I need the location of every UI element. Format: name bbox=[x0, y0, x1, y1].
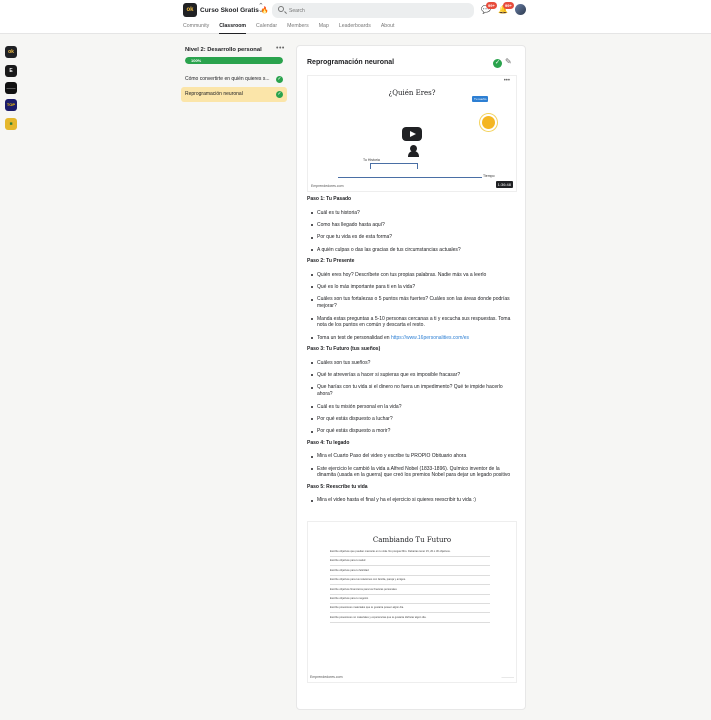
completed-check-icon: ✓ bbox=[276, 76, 283, 83]
rail-group-2[interactable]: E bbox=[5, 65, 17, 77]
lesson-title: Reprogramación neuronal bbox=[307, 59, 395, 66]
search-bar[interactable] bbox=[272, 3, 474, 18]
lesson-label: Reprogramación neuronal bbox=[185, 91, 243, 97]
bullet-item: Manda estas preguntas a 5-10 personas ce… bbox=[307, 316, 519, 330]
bullet-item: A quién culpas o das las gracias de tus … bbox=[307, 247, 519, 254]
rail-group-1[interactable]: ok bbox=[5, 46, 17, 58]
bullet-item: Por qué estás dispuesto a morir? bbox=[307, 428, 519, 435]
bullet-item: Qué te atreverías a hacer si supieras qu… bbox=[307, 372, 519, 379]
lesson-content: Paso 1: Tu Pasado Cuál es tu historia? Com… bbox=[307, 197, 519, 510]
chat-badge: 99+ bbox=[486, 2, 497, 9]
worksheet-line: Escribe posesiones no materiales y exper… bbox=[330, 616, 490, 623]
sun-label: Tu sueño bbox=[472, 96, 489, 102]
bullet-text: Toma un test de personalidad en bbox=[317, 334, 391, 341]
lesson-label: Cómo convertirte en quién quieres s... bbox=[185, 76, 270, 82]
search-input[interactable] bbox=[289, 5, 469, 16]
tab-members[interactable]: Members bbox=[287, 23, 309, 34]
personality-test-link[interactable]: https://www.16personalities.com/es bbox=[391, 335, 469, 341]
history-bracket bbox=[370, 163, 418, 169]
section-heading: Paso 1: Tu Pasado bbox=[307, 196, 352, 202]
bullet-item: Por qué estás dispuesto a luchar? bbox=[307, 416, 519, 423]
tab-classroom[interactable]: Classroom bbox=[219, 23, 247, 34]
tab-map[interactable]: Map bbox=[319, 23, 329, 34]
bullet-item-link: Toma un test de personalidad en https://… bbox=[307, 335, 519, 342]
bullet-item: Cuál es tu misión personal en la vida? bbox=[307, 404, 519, 411]
module-title: Nivel 2: Desarrollo personal bbox=[185, 47, 262, 53]
video-options-icon[interactable]: ••• bbox=[504, 78, 510, 84]
worksheet-line: Escribe posesiones materiales que te gus… bbox=[330, 606, 490, 613]
rail-group-3[interactable]: ——— bbox=[5, 82, 17, 94]
lesson-item-selected[interactable]: Reprogramación neuronal ✓ bbox=[181, 87, 287, 102]
lesson-card: Reprogramación neuronal ✓ ✎ ••• ¿Quién E… bbox=[296, 45, 526, 710]
bullet-item: Cuáles son tus sueños? bbox=[307, 360, 519, 367]
bullet-item: Como has llegado hasta aquí? bbox=[307, 222, 519, 229]
worksheet-footer-mark: ————— bbox=[501, 676, 515, 679]
bullet-item: Qué es lo más importante para ti en la v… bbox=[307, 284, 519, 291]
sun-icon bbox=[482, 116, 495, 129]
tab-leaderboards[interactable]: Leaderboards bbox=[339, 23, 371, 34]
bullet-item: Cuál es tu historia? bbox=[307, 210, 519, 217]
more-options-icon[interactable]: ••• bbox=[276, 45, 285, 52]
section-heading: Paso 2: Tu Presente bbox=[307, 258, 355, 265]
worksheet-line: Escribe objetivos para tu salud bbox=[330, 559, 490, 566]
mark-complete-check-icon[interactable]: ✓ bbox=[493, 59, 502, 68]
video-player[interactable]: ••• ¿Quién Eres? Tu sueño Tu Historia Ti… bbox=[307, 75, 517, 192]
video-duration: 1:36:48 bbox=[495, 181, 513, 188]
tab-community[interactable]: Community bbox=[183, 23, 209, 34]
bullet-item: Que harías con tu vida si el dinero no f… bbox=[307, 384, 519, 398]
worksheet-title: Cambiando Tu Futuro bbox=[372, 536, 452, 544]
video-watermark: Emprendedores.com bbox=[311, 184, 344, 188]
worksheet-watermark: Emprendedores.com bbox=[310, 675, 343, 679]
bullet-item: Por que tu vida es de esta forma? bbox=[307, 234, 519, 241]
worksheet-line: Escribe objetivos que puedan marcarte en… bbox=[330, 550, 490, 557]
section-heading: Paso 3: Tu Futuro (tus sueños) bbox=[307, 346, 381, 353]
time-label: Tiempo bbox=[483, 174, 495, 178]
completed-check-icon: ✓ bbox=[276, 91, 283, 98]
rail-group-5[interactable]: ■ bbox=[5, 118, 17, 130]
bullet-item: Quién eres hoy? Descríbete con tus propi… bbox=[307, 272, 519, 279]
search-icon bbox=[278, 6, 284, 12]
top-bar: ok Curso Skool Gratis 🔥 ⌃⌄ 💬 99+ 🔔 99+ C… bbox=[0, 0, 711, 34]
bullet-item: Mira el video hasta el final y ha el eje… bbox=[307, 497, 519, 504]
tab-calendar[interactable]: Calendar bbox=[256, 23, 277, 34]
main-nav: Community Classroom Calendar Members Map… bbox=[183, 23, 394, 34]
play-button[interactable] bbox=[402, 127, 422, 141]
bullet-item: Este ejercicio le cambió la vida a Alfre… bbox=[307, 466, 519, 480]
worksheet-line: Escribe objetivos financieros para tus f… bbox=[330, 588, 490, 595]
user-avatar[interactable] bbox=[515, 4, 526, 15]
group-logo[interactable]: ok bbox=[183, 3, 197, 17]
tab-about[interactable]: About bbox=[381, 23, 395, 34]
timeline-arrow bbox=[338, 177, 482, 178]
worksheet-line: Escribe objetivos para tus relaciones co… bbox=[330, 578, 490, 585]
lesson-item[interactable]: Cómo convertirte en quién quieres s... ✓ bbox=[181, 72, 287, 87]
section-heading: Paso 4: Tu legado bbox=[307, 439, 350, 446]
bullet-item: Mira el Cuarto Paso del video y escribe … bbox=[307, 453, 519, 460]
worksheet-image: Cambiando Tu Futuro Emprendedores.com ——… bbox=[307, 521, 517, 683]
rail-group-4[interactable]: TOP bbox=[5, 99, 17, 111]
edit-pencil-icon[interactable]: ✎ bbox=[505, 57, 512, 66]
bullet-item: Cuáles son tus fortalezas o 5 puntos más… bbox=[307, 296, 519, 310]
group-switcher-chevron-icon[interactable]: ⌃ ⌄ bbox=[258, 3, 264, 14]
notification-badge: 99+ bbox=[503, 2, 514, 9]
worksheet-line: Escribe objetivos para tu negocio bbox=[330, 597, 490, 604]
person-body-icon bbox=[408, 151, 419, 157]
section-heading: Paso 5: Reescribe tu vida bbox=[307, 483, 368, 490]
worksheet-line: Escribe objetivos para tu felicidad bbox=[330, 569, 490, 576]
history-label: Tu Historia bbox=[363, 158, 380, 162]
progress-label: 100% bbox=[191, 58, 202, 63]
module-progress-bar: 100% bbox=[185, 57, 283, 64]
